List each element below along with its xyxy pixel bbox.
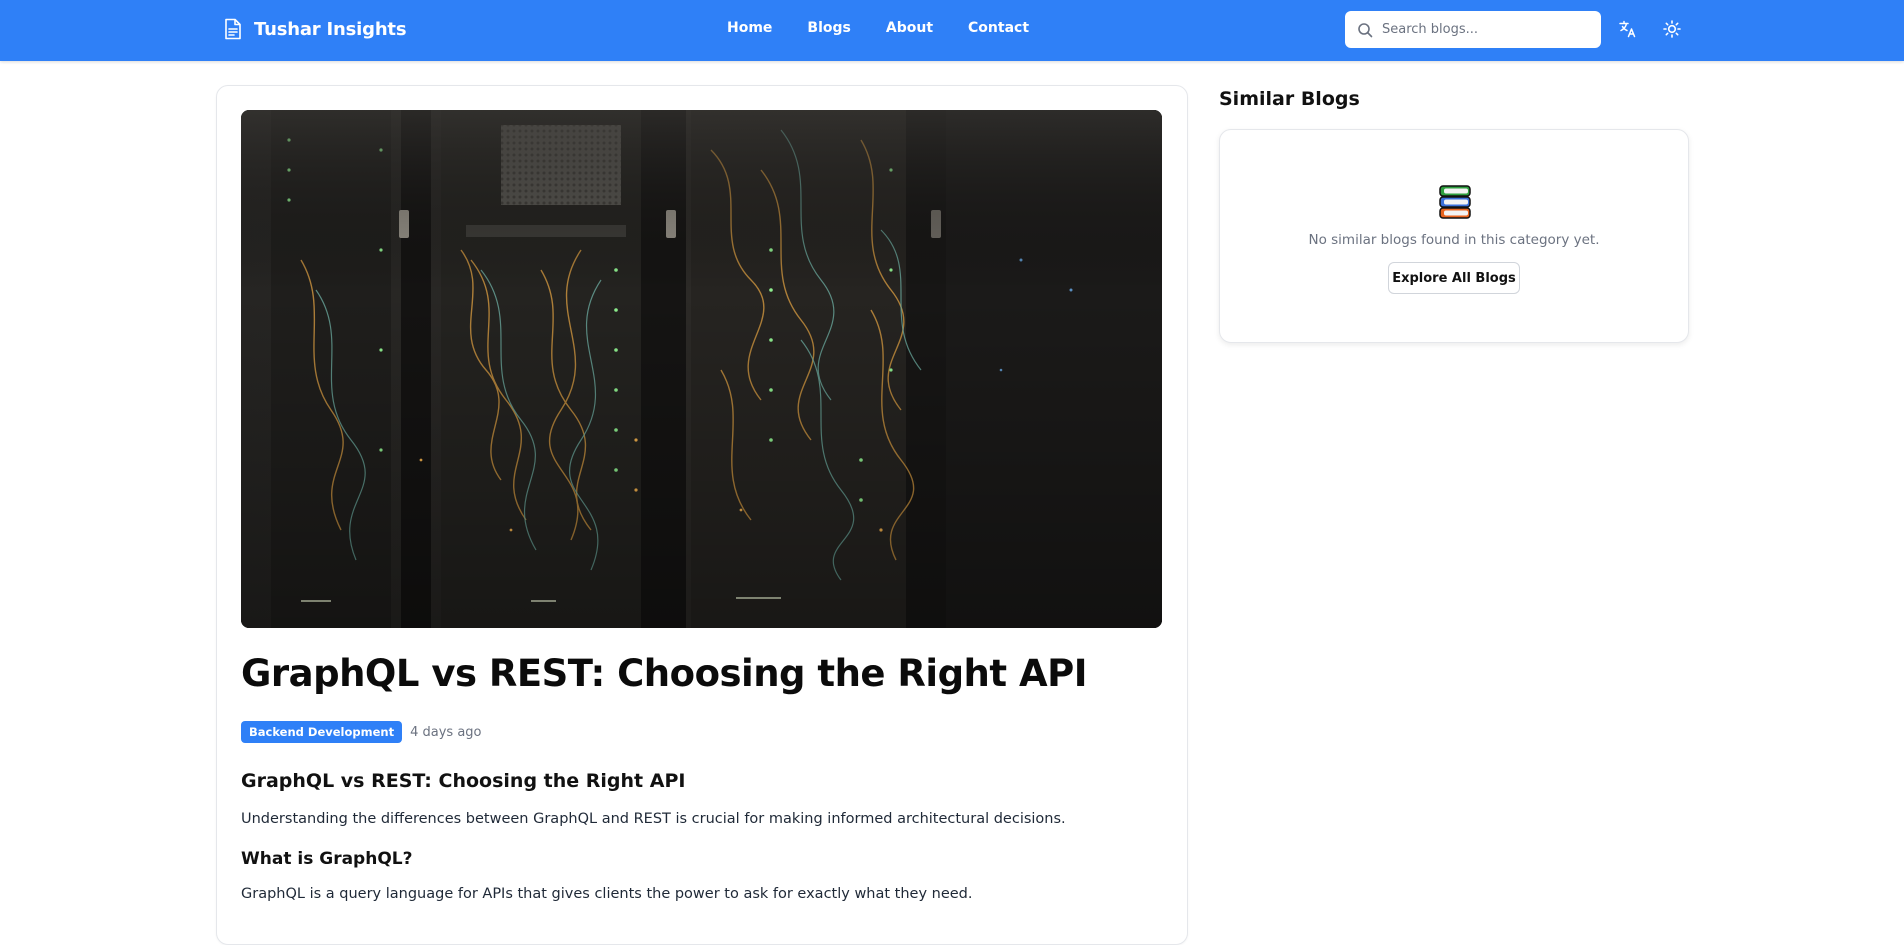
- article-title: GraphQL vs REST: Choosing the Right API: [241, 652, 1088, 695]
- theme-toggle-sun-icon[interactable]: [1662, 19, 1682, 39]
- search-icon: [1358, 22, 1373, 37]
- nav-home[interactable]: Home: [727, 20, 772, 36]
- intro-paragraph: Understanding the differences between Gr…: [241, 811, 1066, 827]
- graphql-paragraph: GraphQL is a query language for APIs tha…: [241, 886, 973, 902]
- nav-about[interactable]: About: [886, 20, 933, 36]
- nav-contact[interactable]: Contact: [968, 20, 1029, 36]
- server-rack-illustration: [241, 110, 1162, 628]
- category-badge[interactable]: Backend Development: [241, 721, 403, 743]
- explore-all-blogs-button[interactable]: Explore All Blogs: [1388, 262, 1520, 294]
- books-icon: [1439, 185, 1471, 219]
- posted-time: 4 days ago: [410, 724, 482, 740]
- similar-blogs-title: Similar Blogs: [1219, 88, 1360, 110]
- section-heading: GraphQL vs REST: Choosing the Right API: [241, 770, 686, 792]
- brand[interactable]: Tushar Insights: [224, 18, 407, 40]
- subheading-what-is-graphql: What is GraphQL?: [241, 849, 413, 869]
- top-navbar: Tushar Insights Home Blogs About Contact: [0, 0, 1904, 61]
- hero-image-server-racks: [241, 110, 1162, 628]
- search-box[interactable]: [1345, 11, 1601, 48]
- brand-name: Tushar Insights: [254, 18, 407, 40]
- empty-state-message: No similar blogs found in this category …: [1308, 232, 1600, 248]
- translate-icon[interactable]: [1618, 19, 1638, 39]
- nav-blogs[interactable]: Blogs: [807, 20, 850, 36]
- document-icon: [225, 18, 241, 40]
- main-nav: Home Blogs About Contact: [727, 20, 1064, 36]
- article-meta: Backend Development 4 days ago: [241, 721, 482, 743]
- search-input[interactable]: [1382, 22, 1592, 37]
